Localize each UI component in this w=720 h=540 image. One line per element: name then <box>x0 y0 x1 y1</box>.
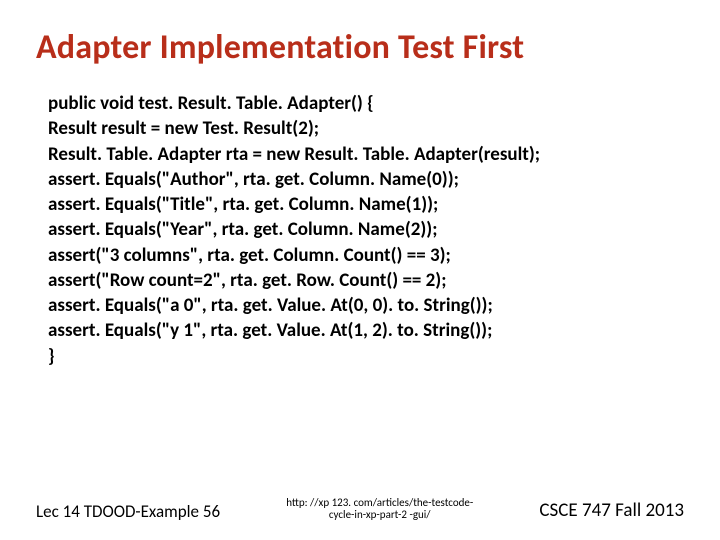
code-line: assert. Equals("Title", rta. get. Column… <box>48 192 684 217</box>
code-line: assert. Equals("a 0", rta. get. Value. A… <box>48 293 684 318</box>
code-line: } <box>48 344 684 369</box>
code-line: Result result = new Test. Result(2); <box>48 116 684 141</box>
code-line: assert. Equals("Author", rta. get. Colum… <box>48 167 684 192</box>
footer-link: http: //xp 123. com/articles/the-testcod… <box>232 497 527 522</box>
slide-title: Adapter Implementation Test First <box>36 28 684 67</box>
code-line: assert. Equals("Year", rta. get. Column.… <box>48 217 684 242</box>
footer-link-line: cycle-in-xp-part-2 -gui/ <box>232 509 527 522</box>
code-line: assert. Equals("y 1", rta. get. Value. A… <box>48 318 684 343</box>
code-line: public void test. Result. Table. Adapter… <box>48 91 684 116</box>
code-line: Result. Table. Adapter rta = new Result.… <box>48 142 684 167</box>
footer-right: CSCE 747 Fall 2013 <box>539 499 684 522</box>
code-line: assert("Row count=2", rta. get. Row. Cou… <box>48 268 684 293</box>
footer: Lec 14 TDOOD-Example 56 http: //xp 123. … <box>0 497 720 522</box>
slide: Adapter Implementation Test First public… <box>0 0 720 540</box>
footer-left: Lec 14 TDOOD-Example 56 <box>36 501 220 522</box>
code-block: public void test. Result. Table. Adapter… <box>36 91 684 369</box>
code-line: assert("3 columns", rta. get. Column. Co… <box>48 243 684 268</box>
